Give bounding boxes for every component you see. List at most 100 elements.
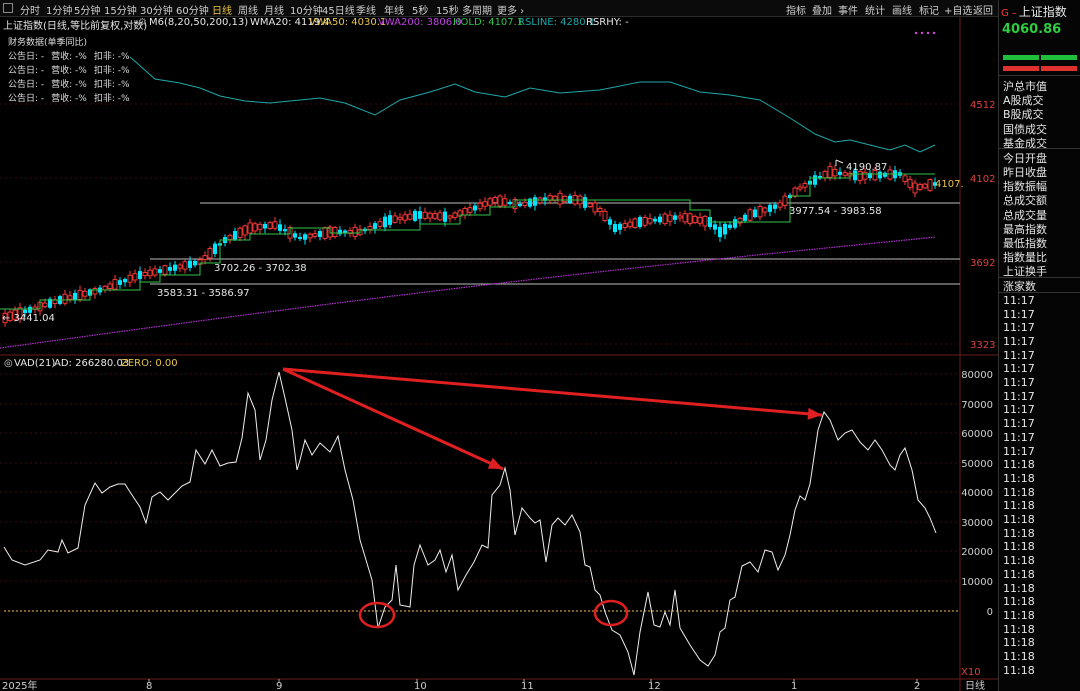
window-icon[interactable] xyxy=(3,3,13,13)
candle-body-up xyxy=(142,272,148,276)
candle-body-up xyxy=(392,215,398,223)
vad-axis-label: 30000 xyxy=(961,518,993,529)
vad-axis-label: 50000 xyxy=(961,459,993,470)
high-annotation: 4190.87 xyxy=(846,162,887,173)
candle-body-up xyxy=(272,221,278,229)
toolbar-btn-7[interactable]: 返回 xyxy=(973,2,993,17)
candle-body-up xyxy=(902,175,908,182)
period-tab-3[interactable]: 15分钟 xyxy=(104,2,137,17)
candle-body-up xyxy=(227,235,233,241)
tick-time: 11:18 xyxy=(1003,499,1035,513)
candle-body-down xyxy=(123,278,127,283)
period-tab-10[interactable]: 45日线 xyxy=(322,2,355,17)
period-tab-15[interactable]: 多周期 xyxy=(462,2,492,17)
period-tab-13[interactable]: 5秒 xyxy=(412,2,428,17)
period-tab-6[interactable]: 日线 xyxy=(212,2,232,17)
vwa200-line xyxy=(0,236,936,349)
price-axis-label: 3692 xyxy=(970,258,995,269)
candle-body-up xyxy=(462,208,468,216)
candle-body-down xyxy=(443,211,447,222)
vad-axis-label: 80000 xyxy=(961,370,993,381)
quote-panel: G – 上证指数 4060.86 沪总市值 A股成交 B股成交 国债成交 基金成交 今日开盘昨… xyxy=(998,0,1080,691)
range-annotation: 3702.26 - 3702.38 xyxy=(214,263,307,274)
toolbar-btn-2[interactable]: 事件 xyxy=(838,2,858,17)
candle-body-up xyxy=(242,225,248,236)
g-badge-icon: G xyxy=(1001,8,1009,19)
candle-body-up xyxy=(67,295,73,300)
period-tab-11[interactable]: 季线 xyxy=(356,2,376,17)
period-toolbar: 分时 1分钟 5分钟 15分钟 30分钟 60分钟 日线 周线 月线 10分钟 45日线 季线 年线 5秒… xyxy=(0,0,998,17)
period-tab-7[interactable]: 周线 xyxy=(238,2,258,17)
candle-body-up xyxy=(922,183,928,189)
candle-body-up xyxy=(62,293,68,304)
vad-line xyxy=(3,371,937,676)
candle-body-down xyxy=(608,219,612,225)
divergence-arrow xyxy=(282,367,823,417)
candle-body-down xyxy=(813,175,817,185)
last-price-annotation: 4107. xyxy=(935,179,964,190)
period-tab-9[interactable]: 10分钟 xyxy=(290,2,323,17)
tick-time: 11:18 xyxy=(1003,608,1035,622)
candle-body-up xyxy=(252,223,258,232)
chart-area[interactable]: ← 3441.04 3583.31 - 3586.97 3702.26 - 3702… xyxy=(0,17,998,691)
period-tab-12[interactable]: 年线 xyxy=(384,2,404,17)
candle-body-down xyxy=(383,216,387,228)
toolbar-btn-0[interactable]: 指标 xyxy=(786,2,806,17)
toolbar-btn-4[interactable]: 画线 xyxy=(892,2,912,17)
candle-body-down xyxy=(188,260,192,268)
tick-time: 11:18 xyxy=(1003,513,1035,526)
candle-body-up xyxy=(487,198,493,206)
candle-body-up xyxy=(762,207,768,213)
buy-bar-2 xyxy=(1041,55,1077,60)
candle-body-up xyxy=(322,227,328,239)
toolbar-btn-1[interactable]: 叠加 xyxy=(812,2,832,17)
candle-body-up xyxy=(757,206,763,218)
range-annotation: 3977.54 - 3983.58 xyxy=(789,206,882,217)
period-tab-5[interactable]: 60分钟 xyxy=(176,2,209,17)
candle-body-up xyxy=(437,212,443,221)
tick-time: 11:18 xyxy=(1003,526,1035,540)
candle-body-up xyxy=(132,273,138,281)
tick-time: 11:18 xyxy=(1003,485,1035,499)
period-tab-16[interactable]: 更多 › xyxy=(497,2,524,17)
candle-body-up xyxy=(332,227,338,237)
candle-body-down xyxy=(473,205,477,211)
candle-body-up xyxy=(632,218,638,228)
vad-ad: AD: 266280.03 xyxy=(54,358,129,369)
candle-body-down xyxy=(388,215,392,225)
candle-body-down xyxy=(283,229,287,232)
period-tab-8[interactable]: 月线 xyxy=(264,2,284,17)
magenta-dot xyxy=(926,31,930,35)
tick-time: 11:18 xyxy=(1003,581,1035,595)
candle-body-down xyxy=(193,260,197,266)
toolbar-btn-3[interactable]: 统计 xyxy=(865,2,885,17)
candle-body-up xyxy=(237,227,243,238)
candle-body-up xyxy=(367,226,373,230)
range-annotation: 3583.31 - 3586.97 xyxy=(157,288,250,299)
candle-body-up xyxy=(602,210,608,222)
candle-body-down xyxy=(138,271,142,279)
toolbar-btn-6[interactable]: +自选 xyxy=(944,2,972,17)
tick-time: 11:18 xyxy=(1003,636,1035,650)
period-tab-2[interactable]: 5分钟 xyxy=(74,2,100,17)
candle-body-up xyxy=(207,248,213,259)
period-tab-0[interactable]: 分时 xyxy=(20,2,40,17)
x-axis-label: 11 xyxy=(521,681,534,691)
toolbar-btn-5[interactable]: 标记 xyxy=(919,2,939,17)
candle-body-up xyxy=(247,222,253,234)
period-tab-1[interactable]: 1分钟 xyxy=(46,2,72,17)
candle-body-down xyxy=(263,223,267,229)
period-tab-4[interactable]: 30分钟 xyxy=(140,2,173,17)
tick-time: 11:17 xyxy=(1003,321,1035,335)
period-label: 日线 xyxy=(965,679,985,691)
candle-body-up xyxy=(697,216,703,224)
candle-body-up xyxy=(102,285,108,291)
tick-time: 11:17 xyxy=(1003,389,1035,403)
tick-time: 11:18 xyxy=(1003,567,1035,581)
candle-body-down xyxy=(613,224,617,232)
candle-body-up xyxy=(587,203,593,207)
candle-body-down xyxy=(768,204,772,212)
period-tab-14[interactable]: 15秒 xyxy=(436,2,459,17)
candle-body-down xyxy=(278,224,282,231)
candle-body-up xyxy=(112,279,118,290)
